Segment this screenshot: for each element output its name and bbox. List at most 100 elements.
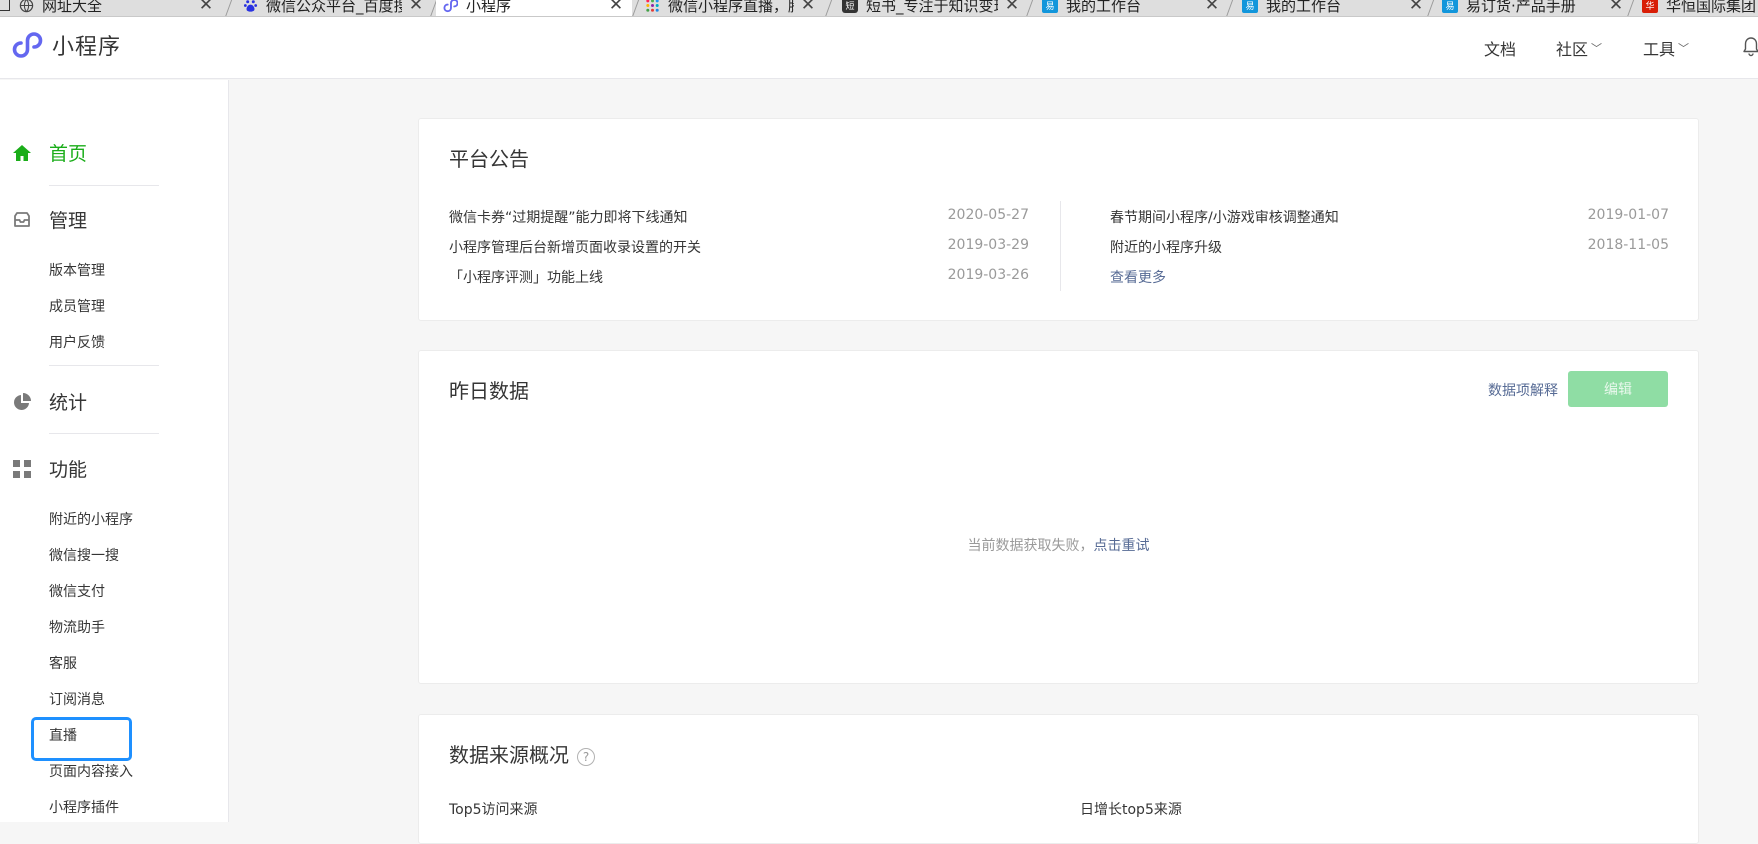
chevron-down-icon: ﹀ (1591, 42, 1603, 55)
tab-label: 微信公众平台_百度搜 (266, 0, 402, 15)
sidebar-item-members[interactable]: 成员管理 (49, 296, 105, 316)
top5-sources-label: Top5访问来源 (449, 802, 538, 818)
sidebar-item-stats[interactable]: 统计 (12, 388, 87, 415)
tab-separator (224, 0, 233, 16)
sidebar-item-service[interactable]: 客服 (49, 653, 77, 673)
red-logo-icon: 华 (1642, 0, 1658, 13)
inbox-icon (12, 210, 32, 230)
announcement-date: 2020-05-27 (947, 207, 1029, 223)
browser-tab[interactable]: 华 华恒国际集团 (1636, 0, 1758, 16)
sidebar-item-features[interactable]: 功能 (12, 455, 87, 482)
browser-tab-strip: 网址大全 ✕ 微信公众平台_百度搜 ✕ 小程序 ✕ 微信小程序直播，腾讯 ✕ 短… (0, 0, 1758, 17)
retry-link[interactable]: 点击重试 (1094, 538, 1150, 554)
close-icon[interactable]: ✕ (608, 0, 624, 15)
announcement-date: 2019-03-26 (947, 267, 1029, 283)
nav-community[interactable]: 社区 ﹀ (1556, 36, 1602, 60)
divider (49, 365, 159, 366)
card-title: 平台公告 (449, 147, 529, 171)
close-icon[interactable]: ✕ (800, 0, 816, 15)
miniprogram-icon (442, 0, 458, 13)
sidebar-item-content[interactable]: 页面内容接入 (49, 761, 133, 781)
yesterday-data-card: 昨日数据 数据项解释 编辑 当前数据获取失败，点击重试 (418, 350, 1699, 684)
duanshu-icon: 短 (842, 0, 858, 13)
tab-label: 微信小程序直播，腾讯 (668, 0, 794, 15)
close-icon[interactable]: ✕ (1004, 0, 1020, 15)
baidu-icon (242, 0, 258, 13)
browser-tab[interactable]: 网址大全 ✕ (0, 0, 222, 16)
nav-community-label: 社区 (1556, 40, 1589, 59)
sidebar-item-label: 管理 (49, 210, 88, 232)
announcement-date: 2018-11-05 (1587, 237, 1669, 253)
miniprogram-logo-icon (12, 32, 43, 58)
tab-label: 小程序 (466, 0, 512, 15)
load-error-message: 当前数据获取失败，点击重试 (419, 535, 1698, 555)
browser-tab-active[interactable]: 小程序 ✕ (436, 0, 632, 16)
sidebar: 首页 管理 版本管理 成员管理 用户反馈 统计 功能 附近的小程序 微信搜一搜 … (0, 80, 229, 822)
sidebar-item-pay[interactable]: 微信支付 (49, 581, 105, 601)
growth-top5-label: 日增长top5来源 (1080, 802, 1182, 818)
tab-label: 华恒国际集团 (1666, 0, 1757, 15)
close-icon[interactable]: ✕ (1408, 0, 1424, 15)
view-more-link[interactable]: 查看更多 (1110, 267, 1166, 287)
brand-name: 小程序 (52, 35, 122, 60)
sidebar-item-search[interactable]: 微信搜一搜 (49, 545, 119, 565)
sidebar-item-version[interactable]: 版本管理 (49, 260, 105, 280)
tab-label: 短书_专注于知识变现 (866, 0, 998, 15)
sidebar-item-nearby[interactable]: 附近的小程序 (49, 509, 133, 529)
browser-tab[interactable]: 微信公众平台_百度搜 ✕ (236, 0, 432, 16)
close-icon[interactable]: ✕ (408, 0, 424, 15)
browser-tab[interactable]: 易 我的工作台 ✕ (1236, 0, 1432, 16)
highlight-box (31, 717, 132, 761)
workbench-icon: 易 (1442, 0, 1458, 13)
nav-docs[interactable]: 文档 (1484, 36, 1516, 60)
announcement-item[interactable]: 微信卡券“过期提醒”能力即将下线通知 (449, 207, 688, 227)
browser-tab[interactable]: 微信小程序直播，腾讯 ✕ (638, 0, 824, 16)
close-icon[interactable]: ✕ (1608, 0, 1624, 15)
tab-label: 网址大全 (42, 0, 103, 15)
sidebar-item-manage[interactable]: 管理 (12, 206, 87, 233)
data-source-card: 数据来源概况? Top5访问来源 日增长top5来源 (418, 714, 1699, 844)
tab-separator (824, 0, 833, 16)
sidebar-item-label: 功能 (49, 459, 88, 481)
nav-tools[interactable]: 工具 ﹀ (1643, 36, 1689, 60)
browser-tab[interactable]: 短 短书_专注于知识变现 ✕ (836, 0, 1028, 16)
workbench-icon: 易 (1042, 0, 1058, 13)
browser-tab[interactable]: 易 我的工作台 ✕ (1036, 0, 1228, 16)
announcement-date: 2019-03-29 (947, 237, 1029, 253)
nav-docs-label: 文档 (1484, 40, 1517, 59)
announcement-card: 平台公告 微信卡券“过期提醒”能力即将下线通知 2020-05-27 小程序管理… (418, 118, 1699, 321)
tab-label: 易订货·产品手册 (1466, 0, 1576, 15)
sidebar-item-label: 统计 (49, 392, 88, 414)
browser-tab[interactable]: 易 易订货·产品手册 ✕ (1436, 0, 1632, 16)
brand[interactable]: 小程序 (12, 29, 121, 61)
card-title: 昨日数据 (449, 379, 529, 403)
globe-icon (18, 0, 34, 13)
nav-tools-label: 工具 (1643, 40, 1676, 59)
dots-icon (644, 0, 660, 13)
announcement-item[interactable]: 小程序管理后台新增页面收录设置的开关 (449, 237, 701, 257)
announcement-date: 2019-01-07 (1587, 207, 1669, 223)
tab-label: 我的工作台 (1266, 0, 1342, 15)
help-icon[interactable]: ? (577, 747, 595, 766)
grid-icon (12, 459, 32, 479)
close-icon[interactable]: ✕ (1204, 0, 1220, 15)
sidebar-item-logistics[interactable]: 物流助手 (49, 617, 105, 637)
home-icon (12, 143, 32, 163)
workbench-icon: 易 (1242, 0, 1258, 13)
page-icon (0, 0, 10, 11)
sidebar-item-plugin[interactable]: 小程序插件 (49, 797, 119, 817)
announcement-item[interactable]: 春节期间小程序/小游戏审核调整通知 (1110, 207, 1339, 227)
sidebar-item-label: 首页 (49, 143, 88, 165)
sidebar-item-home[interactable]: 首页 (12, 139, 87, 166)
close-icon[interactable]: ✕ (198, 0, 214, 15)
edit-button[interactable]: 编辑 (1568, 371, 1668, 407)
sidebar-item-subscribe[interactable]: 订阅消息 (49, 689, 105, 709)
announcement-item[interactable]: 附近的小程序升级 (1110, 237, 1222, 257)
bell-icon[interactable] (1740, 35, 1758, 57)
card-title-wrap: 数据来源概况? (449, 739, 595, 768)
announcement-item[interactable]: 「小程序评测」功能上线 (449, 267, 603, 287)
divider (49, 433, 159, 434)
sidebar-item-feedback[interactable]: 用户反馈 (49, 332, 105, 352)
data-explain-link[interactable]: 数据项解释 (1488, 380, 1558, 400)
column-divider (1060, 201, 1061, 291)
